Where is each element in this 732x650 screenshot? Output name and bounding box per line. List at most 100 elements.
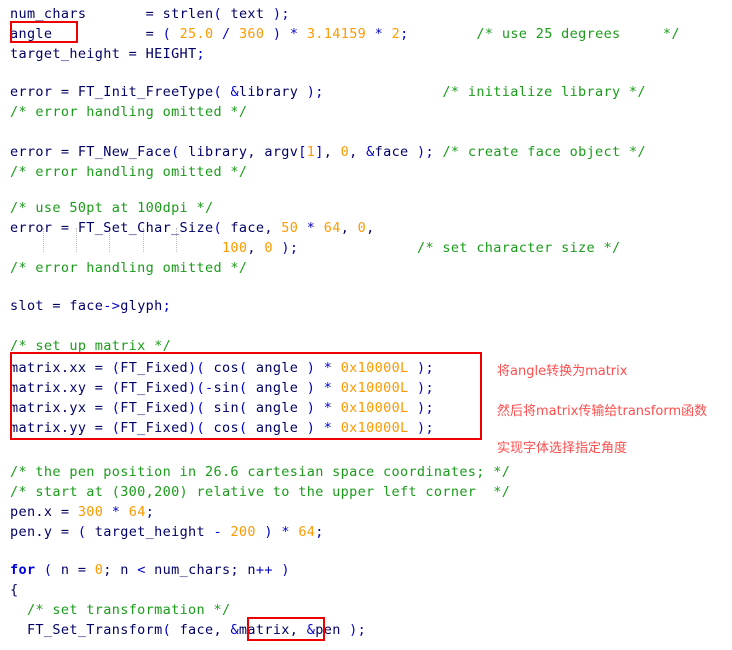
code-token: ; — [425, 144, 434, 160]
code-token: ] — [315, 144, 324, 160]
code-token: /* error handling omitted */ — [10, 164, 248, 180]
code-token: ; — [400, 26, 409, 42]
code-token: , — [366, 220, 375, 236]
code-token: n = — [52, 562, 95, 578]
code-token: ; — [425, 380, 434, 396]
code-token: /* the pen position in 26.6 cartesian sp… — [10, 464, 511, 480]
code-token: ) — [281, 240, 290, 256]
code-token: ( — [162, 622, 172, 638]
code-token: target_height — [86, 524, 214, 540]
code-token: /* error handling omitted */ — [10, 104, 248, 120]
code-token: * — [323, 420, 333, 436]
code-token: , — [340, 220, 358, 236]
code-token: cos — [205, 360, 239, 376]
code-token: face, — [221, 220, 282, 236]
code-token: /* set up matrix */ — [10, 338, 172, 354]
code-token: 64 — [128, 504, 146, 520]
code-token: angle — [247, 400, 307, 416]
code-token: FT_Fixed — [120, 380, 189, 396]
code-token: - — [205, 380, 214, 396]
code-token: , — [247, 240, 265, 256]
code-token: matrix, — [238, 622, 307, 638]
code-token: 25.0 — [179, 26, 214, 42]
code-token: FT_Fixed — [120, 400, 189, 416]
code-token: , — [349, 144, 367, 160]
code-token: FT_Fixed — [120, 420, 189, 436]
code-token: ) — [306, 84, 316, 100]
code-token: FT_Fixed — [120, 360, 189, 376]
code-token: )( — [188, 360, 206, 376]
code-editor-canvas: num_chars = strlen( text ); angle = ( 25.… — [0, 0, 732, 650]
code-token: 1 — [306, 144, 316, 160]
code-token: matrix.xx = — [10, 360, 112, 376]
code-token: ( — [213, 220, 222, 236]
code-token: /* error handling omitted */ — [10, 260, 248, 276]
code-line: FT_Set_Transform( face, &matrix, &pen ); — [10, 620, 366, 640]
code-line: num_chars = strlen( text ); — [10, 4, 290, 24]
code-token: - — [213, 524, 222, 540]
code-token: * — [306, 220, 316, 236]
code-token: 0 — [264, 240, 273, 256]
code-token: FT_Set_Transform — [10, 622, 163, 638]
code-line: /* error handling omitted */ — [10, 102, 247, 122]
code-token: * — [374, 26, 384, 42]
code-token: ) — [349, 622, 358, 638]
code-token: library — [238, 84, 307, 100]
code-token: ; — [315, 84, 324, 100]
code-token: ) — [417, 420, 426, 436]
code-token: /* create face object */ — [442, 144, 646, 160]
code-token: ; — [145, 504, 155, 520]
annotation-matrix-to-transform: 然后将matrix传输给transform函数 — [497, 404, 708, 419]
code-token: 0x10000L — [340, 400, 409, 416]
code-token: library, argv — [179, 144, 299, 160]
code-token: 100 — [221, 240, 248, 256]
code-token: & — [306, 622, 316, 638]
code-token: error = FT_Set_Char_Size — [10, 220, 214, 236]
code-line: /* error handling omitted */ — [10, 162, 247, 182]
code-token: ) — [281, 562, 290, 578]
code-token: ; — [315, 524, 324, 540]
code-token: [ — [298, 144, 307, 160]
code-token: ; — [425, 360, 434, 376]
code-token: 64 — [298, 524, 316, 540]
code-token: for — [10, 562, 36, 578]
code-token: ; — [425, 420, 434, 436]
code-token: 0x10000L — [340, 360, 409, 376]
code-token: /* use 50pt at 100dpi */ — [10, 200, 214, 216]
code-token: ) — [306, 400, 316, 416]
code-token: /* set transformation */ — [26, 602, 231, 618]
code-line: pen.x = 300 * 64; — [10, 502, 154, 522]
code-token: matrix.yy = — [10, 420, 112, 436]
annotation-rotate-angle: 实现字体选择指定角度 — [497, 441, 628, 456]
code-token: ( — [213, 6, 222, 22]
code-token: ( — [171, 144, 180, 160]
code-token: 2 — [391, 26, 401, 42]
code-token: * — [281, 524, 290, 540]
code-token: ; — [281, 6, 290, 22]
code-line: /* error handling omitted */ — [10, 258, 247, 278]
code-line: matrix.xx = (FT_Fixed)( cos( angle ) * 0… — [10, 358, 434, 378]
code-token: { — [10, 582, 19, 598]
code-token: 0 — [94, 562, 104, 578]
code-token: cos — [205, 420, 239, 436]
code-line: target_height = HEIGHT; — [10, 44, 205, 64]
code-line: error = FT_Set_Char_Size( face, 50 * 64,… — [10, 218, 375, 238]
code-token: sin — [205, 400, 239, 416]
code-token: 300 — [77, 504, 104, 520]
code-token: )( — [188, 380, 206, 396]
code-token: matrix.yx = — [10, 400, 112, 416]
code-token: ) — [306, 420, 316, 436]
code-line: error = FT_New_Face( library, argv[1], 0… — [10, 142, 646, 162]
code-token: ) — [417, 360, 426, 376]
code-token: angle — [247, 420, 307, 436]
code-token: ( — [111, 400, 121, 416]
code-token: & — [230, 622, 239, 638]
code-token: /* set character size */ — [416, 240, 621, 256]
